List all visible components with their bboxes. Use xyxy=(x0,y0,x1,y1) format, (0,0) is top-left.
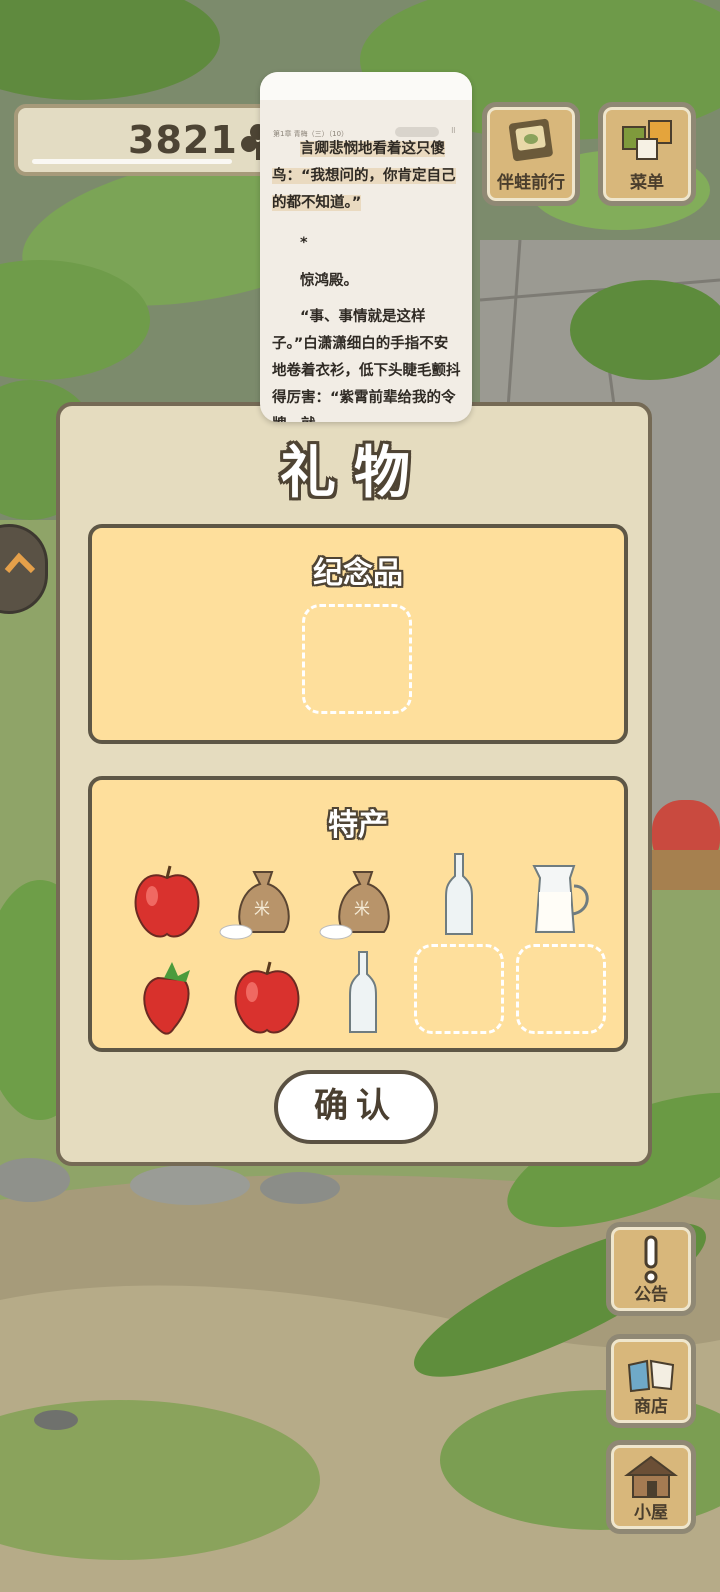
menu-button[interactable]: 菜单 xyxy=(598,102,696,206)
house-button[interactable]: 小屋 xyxy=(606,1440,696,1534)
specialty-box: 特产 米 米 xyxy=(88,776,628,1052)
glass-bottle-icon xyxy=(349,951,377,1033)
more-icon[interactable]: ⠿ xyxy=(451,127,456,135)
journey-button[interactable]: 伴蛙前行 xyxy=(482,102,580,206)
souvenir-label: 纪念品 xyxy=(313,556,403,591)
confirm-button[interactable]: 确认 xyxy=(274,1070,438,1144)
notice-button-label: 公告 xyxy=(634,1285,668,1305)
reader-paragraph-4: “事、事情就是这样子。”白潇潇细白的手指不安地卷着衣衫，低下头睫毛颤抖得厉害：“… xyxy=(272,309,461,422)
reader-top-band xyxy=(260,72,472,100)
reader-popup[interactable]: 第1章 青梅（三）（10） ⠿ 言卿悲悯地看着这只傻鸟：“我想问的，你肯定自己的… xyxy=(260,72,472,422)
apple-icon xyxy=(134,865,200,938)
clover-counter: 3821 xyxy=(14,104,276,176)
clover-count: 3821 xyxy=(128,118,238,162)
souvenir-box: 纪念品 xyxy=(88,524,628,744)
rice-bag-icon: 米 xyxy=(319,871,390,940)
arrow-icon xyxy=(3,551,37,589)
clover-progress-line xyxy=(32,159,232,164)
strawberry-icon xyxy=(143,962,190,1035)
specialty-item-strawberry[interactable] xyxy=(128,952,218,1042)
svg-text:米: 米 xyxy=(254,899,270,918)
gift-title: 礼物 xyxy=(280,441,428,506)
journal-icon xyxy=(505,117,557,169)
specialty-item-milk[interactable] xyxy=(512,852,602,942)
shop-button[interactable]: 商店 xyxy=(606,1334,696,1428)
journey-button-label: 伴蛙前行 xyxy=(497,173,565,193)
glass-bottle-icon xyxy=(445,853,473,935)
menu-button-label: 菜单 xyxy=(630,173,664,193)
reader-paragraph-3: 惊鸿殿。 xyxy=(300,273,358,289)
souvenir-slot[interactable] xyxy=(302,604,412,714)
reader-paragraph-2: * xyxy=(300,235,308,251)
svg-text:米: 米 xyxy=(354,899,370,918)
specialty-item-apple[interactable] xyxy=(122,856,212,946)
apple-icon xyxy=(234,961,300,1034)
shop-button-label: 商店 xyxy=(634,1397,668,1417)
gift-panel: 礼物 纪念品 特产 米 米 确认 xyxy=(56,402,652,1166)
milk-jug-icon xyxy=(532,865,589,933)
specialty-item-rice-2[interactable]: 米 xyxy=(318,856,408,946)
specialty-label: 特产 xyxy=(328,808,388,843)
specialty-slot-empty-2[interactable] xyxy=(516,944,606,1034)
menu-icon xyxy=(619,117,675,169)
reader-paragraph-1: 言卿悲悯地看着这只傻鸟：“我想问的，你肯定自己的都不知道。” xyxy=(272,141,456,211)
specialty-item-bottle-2[interactable] xyxy=(318,948,408,1038)
specialty-item-rice-1[interactable]: 米 xyxy=(218,856,308,946)
specialty-item-bottle-1[interactable] xyxy=(414,850,504,940)
specialty-slot-empty-1[interactable] xyxy=(414,944,504,1034)
house-button-label: 小屋 xyxy=(634,1503,668,1523)
specialty-item-apple-2[interactable] xyxy=(222,952,312,1042)
notice-button[interactable]: 公告 xyxy=(606,1222,696,1316)
rice-bag-icon: 米 xyxy=(219,871,290,940)
